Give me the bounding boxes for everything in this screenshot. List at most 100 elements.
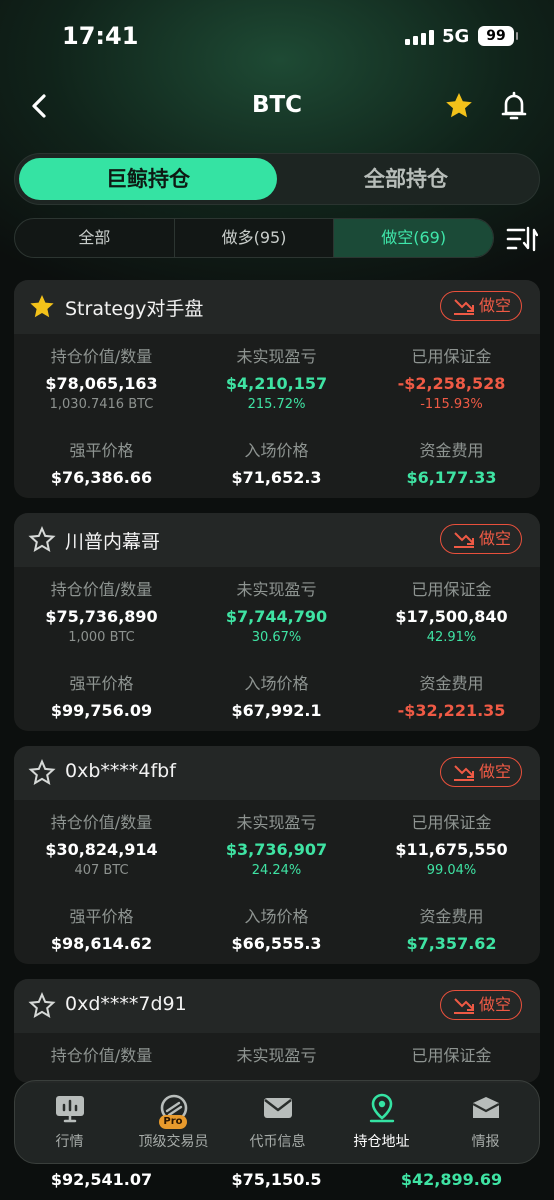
short-badge: 做空 <box>440 524 522 554</box>
card-header: 川普内幕哥 做空 <box>14 513 540 567</box>
star-outline-icon[interactable] <box>28 759 56 787</box>
trend-down-icon <box>454 765 474 781</box>
margin-label: 已用保证金 <box>411 1046 492 1065</box>
margin-cell: 已用保证金 -$2,258,528 -115.93% <box>364 346 539 414</box>
pnl-label: 未实现盈亏 <box>236 580 317 599</box>
card4-liq-price: $92,541.07 <box>50 1170 153 1189</box>
margin-value: $11,675,550 <box>395 840 508 859</box>
battery-icon: 99 <box>478 26 518 46</box>
entry-price: $71,652.3 <box>231 468 322 487</box>
network-type: 5G <box>442 26 470 47</box>
position-value-label: 持仓价值/数量 <box>50 580 153 599</box>
card4-entry-price: $75,150.5 <box>231 1170 322 1189</box>
margin-cell: 已用保证金 <box>364 1045 539 1067</box>
star-icon[interactable] <box>444 91 474 121</box>
trader-name: 0xd****7d91 <box>65 993 187 1015</box>
margin-value: $17,500,840 <box>395 607 508 626</box>
position-value-cell: 持仓价值/数量 $78,065,163 1,030.7416 BTC <box>14 346 189 414</box>
pnl-cell: 未实现盈亏 <box>189 1045 364 1067</box>
pro-badge: Pro <box>159 1115 187 1129</box>
position-value: $78,065,163 <box>45 374 158 393</box>
sort-icon[interactable] <box>506 224 538 254</box>
pnl-cell: 未实现盈亏 $3,736,907 24.24% <box>189 812 364 880</box>
liq-price-cell: 强平价格 $76,386.66 <box>14 440 189 488</box>
entry-price-cell: 入场价格 $66,555.3 <box>189 906 364 954</box>
trend-down-icon <box>454 299 474 315</box>
tab-all-positions[interactable]: 全部持仓 <box>277 158 535 200</box>
signal-icon <box>405 30 434 45</box>
short-badge: 做空 <box>440 757 522 787</box>
direction-filter: 全部 做多(95) 做空(69) <box>14 218 494 258</box>
position-quantity: 1,030.7416 BTC <box>49 397 154 412</box>
bell-icon[interactable] <box>498 90 530 122</box>
liq-price-cell: 强平价格 $98,614.62 <box>14 906 189 954</box>
nav-bar: BTC <box>0 82 554 130</box>
nav-intel[interactable]: 情报 <box>433 1081 538 1165</box>
nav-holder-address[interactable]: 持仓地址 <box>329 1081 434 1165</box>
pnl-value: $3,736,907 <box>225 840 328 859</box>
pnl-label: 未实现盈亏 <box>236 347 317 366</box>
margin-cell: 已用保证金 $17,500,840 42.91% <box>364 579 539 647</box>
card-header: 0xd****7d91 做空 <box>14 979 540 1033</box>
nav-intel-label: 情报 <box>471 1134 500 1150</box>
funding-fee-label: 资金费用 <box>419 907 484 926</box>
funding-fee-cell: 资金费用 -$32,221.35 <box>364 673 539 721</box>
position-quantity: 407 BTC <box>74 863 129 878</box>
short-badge-label: 做空 <box>479 529 512 548</box>
entry-price: $66,555.3 <box>231 934 322 953</box>
short-badge-label: 做空 <box>479 995 512 1014</box>
status-time: 17:41 <box>62 22 139 50</box>
filter-all[interactable]: 全部 <box>15 219 175 257</box>
star-filled-icon[interactable] <box>28 293 56 321</box>
trend-down-icon <box>454 998 474 1014</box>
pnl-cell: 未实现盈亏 $7,744,790 30.67% <box>189 579 364 647</box>
funding-fee: $7,357.62 <box>406 934 497 953</box>
trader-name: 0xb****4fbf <box>65 760 176 782</box>
status-bar: 17:41 5G 99 <box>0 0 554 72</box>
position-card[interactable]: Strategy对手盘 做空 持仓价值/数量 $78,065,163 1,030.741… <box>14 280 540 498</box>
liq-price: $98,614.62 <box>50 934 153 953</box>
card-header: 0xb****4fbf 做空 <box>14 746 540 800</box>
entry-price-label: 入场价格 <box>244 674 309 693</box>
star-outline-icon[interactable] <box>28 526 56 554</box>
margin-percent: -115.93% <box>420 397 483 412</box>
trader-name: Strategy对手盘 <box>65 298 204 320</box>
funding-fee: -$32,221.35 <box>397 701 506 720</box>
filter-short[interactable]: 做空(69) <box>334 219 493 257</box>
location-pin-icon <box>369 1093 395 1123</box>
nav-market[interactable]: 行情 <box>17 1081 122 1165</box>
nav-token-info-label: 代币信息 <box>249 1134 306 1150</box>
position-card[interactable]: 0xd****7d91 做空 持仓价值/数量 未实现盈亏 已用保证金 <box>14 979 540 1083</box>
nav-top-traders[interactable]: Pro 顶级交易员 <box>121 1081 226 1165</box>
margin-label: 已用保证金 <box>411 580 492 599</box>
pnl-value: $7,744,790 <box>225 607 328 626</box>
pnl-percent: 215.72% <box>247 397 306 412</box>
inbox-icon <box>472 1097 500 1118</box>
position-card[interactable]: 川普内幕哥 做空持仓价值/数量 $75,736,890 1,000 BTC 未实现盈亏 $… <box>14 513 540 731</box>
chart-board-icon <box>56 1096 84 1123</box>
nav-market-label: 行情 <box>55 1134 84 1150</box>
nav-holder-address-label: 持仓地址 <box>353 1134 410 1150</box>
short-badge: 做空 <box>440 990 522 1020</box>
nav-token-info[interactable]: 代币信息 <box>225 1081 330 1165</box>
trend-down-icon <box>454 532 474 548</box>
pnl-value: $4,210,157 <box>225 374 328 393</box>
star-outline-icon[interactable] <box>28 992 56 1020</box>
liq-price: $76,386.66 <box>50 468 153 487</box>
position-card[interactable]: 0xb****4fbf 做空持仓价值/数量 $30,824,914 407 BTC 未实… <box>14 746 540 964</box>
entry-price-label: 入场价格 <box>244 441 309 460</box>
filter-long[interactable]: 做多(95) <box>175 219 335 257</box>
position-value-label: 持仓价值/数量 <box>50 347 153 366</box>
tab-whale-positions[interactable]: 巨鲸持仓 <box>19 158 277 200</box>
position-value-cell: 持仓价值/数量 $30,824,914 407 BTC <box>14 812 189 880</box>
entry-price-label: 入场价格 <box>244 907 309 926</box>
pnl-label: 未实现盈亏 <box>236 813 317 832</box>
funding-fee-cell: 资金费用 $7,357.62 <box>364 906 539 954</box>
trader-name: 川普内幕哥 <box>65 531 161 553</box>
pnl-percent: 30.67% <box>251 630 302 645</box>
pnl-cell: 未实现盈亏 $4,210,157 215.72% <box>189 346 364 414</box>
entry-price: $67,992.1 <box>231 701 322 720</box>
liq-price-cell: 强平价格 $99,756.09 <box>14 673 189 721</box>
main-tabs: 巨鲸持仓 全部持仓 <box>14 153 540 205</box>
position-value-cell: 持仓价值/数量 $75,736,890 1,000 BTC <box>14 579 189 647</box>
